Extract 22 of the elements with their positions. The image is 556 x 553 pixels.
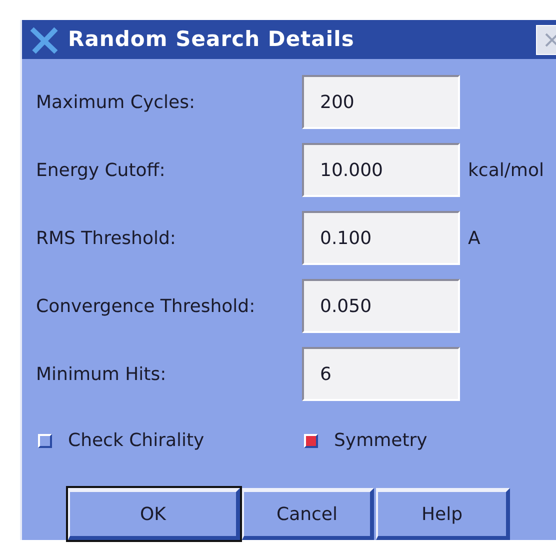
unit-label: kcal/mol bbox=[468, 158, 544, 182]
dialog-button[interactable]: Help bbox=[376, 488, 510, 540]
field-label: RMS Threshold: bbox=[36, 226, 177, 250]
unit-label: A bbox=[468, 226, 480, 250]
input-field[interactable]: 0.100 bbox=[302, 211, 460, 265]
checkbox[interactable] bbox=[304, 434, 318, 448]
input-field[interactable]: 0.050 bbox=[302, 279, 460, 333]
dialog-button[interactable]: OK bbox=[68, 488, 240, 540]
field-label: Minimum Hits: bbox=[36, 362, 168, 386]
window-title: Random Search Details bbox=[68, 26, 354, 53]
field-label: Maximum Cycles: bbox=[36, 90, 196, 114]
x-logo-icon bbox=[30, 26, 60, 54]
field-label: Energy Cutoff: bbox=[36, 158, 166, 182]
checkbox-label: Check Chirality bbox=[68, 429, 204, 453]
input-field[interactable]: 200 bbox=[302, 75, 460, 129]
input-field[interactable]: 10.000 bbox=[302, 143, 460, 197]
input-field[interactable]: 6 bbox=[302, 347, 460, 401]
checkbox-label: Symmetry bbox=[334, 429, 428, 453]
dialog-button[interactable]: Cancel bbox=[242, 488, 374, 540]
field-label: Convergence Threshold: bbox=[36, 294, 256, 318]
close-icon bbox=[544, 32, 556, 48]
checkbox[interactable] bbox=[38, 434, 52, 448]
